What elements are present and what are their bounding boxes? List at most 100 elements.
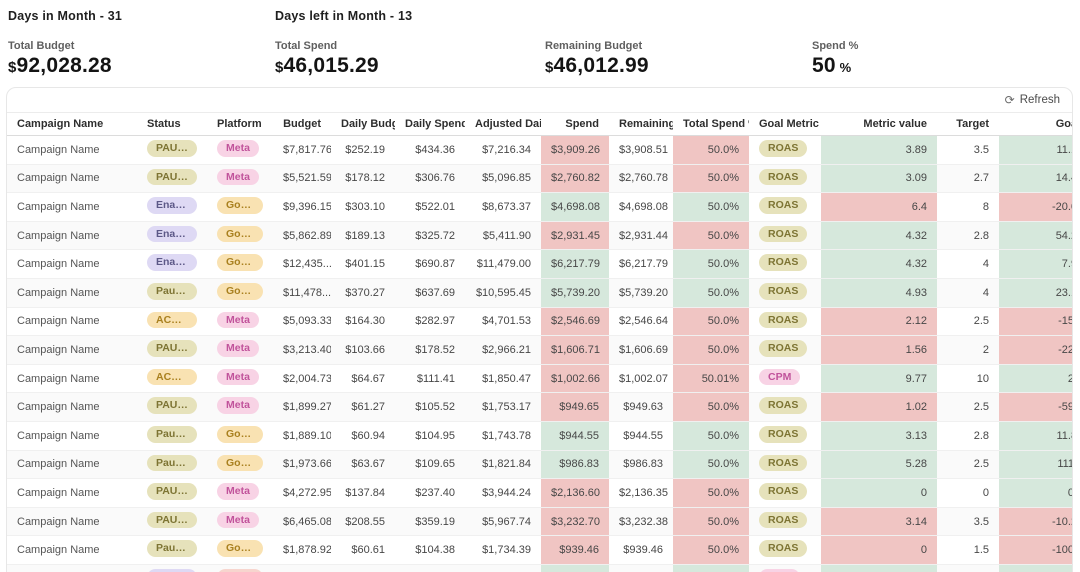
- cell-platform: Meta: [207, 507, 273, 537]
- refresh-button[interactable]: ⟳ Refresh: [1005, 94, 1060, 106]
- cell-daily-spend: $690.87: [395, 249, 465, 279]
- cell-platform: Google: [207, 535, 273, 565]
- cell-status: PAUSED: [137, 507, 207, 537]
- cell-goal-pct: 7.96%: [999, 249, 1072, 279]
- goal-metric-badge: ROAS: [759, 140, 808, 157]
- cell-adjusted-daily: $1,850.47: [465, 364, 541, 394]
- cell-metric-value: 0: [821, 535, 937, 565]
- table-row: Campaign Name Paused Google $11,478.... $370…: [7, 278, 1072, 308]
- cell-metric-value: 1.56: [821, 335, 937, 365]
- cell-remaining: $5,739.20: [609, 278, 673, 308]
- cell-spend: $3,232.70: [541, 507, 609, 537]
- cell-spend: $2,136.60: [541, 478, 609, 508]
- cell-goal-metric: ROAS: [749, 507, 821, 537]
- cell-goal-pct: 54.26%: [999, 221, 1072, 251]
- cell-goal-metric: ROAS: [749, 335, 821, 365]
- platform-badge: Meta: [217, 368, 259, 386]
- cell-daily-budget: $178.12: [331, 164, 395, 194]
- status-badge: Paused: [147, 282, 197, 300]
- cell-total-spend-pct: 50.0%: [673, 421, 749, 451]
- cell-budget: $1,973.66: [273, 450, 331, 480]
- platform-badge: Meta: [217, 483, 259, 500]
- cell-adjusted-daily: $1,743.78: [465, 421, 541, 451]
- table-row: Campaign Name PAUSED Meta $3,213.40 $103.66 $…: [7, 335, 1072, 365]
- cell-goal-pct: 111.3%: [999, 450, 1072, 480]
- cell-goal-pct: -100.0%: [999, 535, 1072, 565]
- cell-total-spend-pct: 50.0%: [673, 278, 749, 308]
- platform-badge: Meta: [217, 140, 259, 157]
- cell-daily-budget: $208.55: [331, 507, 395, 537]
- cell-daily-budget: $401.15: [331, 249, 395, 279]
- cell-campaign-name: Campaign Name: [7, 450, 137, 480]
- platform-badge: Meta: [217, 311, 259, 329]
- platform-badge: Google: [217, 197, 263, 214]
- cell-campaign-name: Campaign Name: [7, 135, 137, 165]
- cell-campaign-name: Campaign Name: [7, 364, 137, 394]
- cell-total-spend-pct: 50.0%: [673, 164, 749, 194]
- cell-total-spend-pct: 50.0%: [673, 507, 749, 537]
- currency-sign: $: [275, 59, 284, 76]
- column-header-goal-metric: Goal Metric: [749, 112, 821, 136]
- goal-metric-badge: ROAS: [759, 397, 808, 414]
- cell-platform: Meta: [207, 135, 273, 165]
- cell-goal-metric: ROAS: [749, 192, 821, 222]
- column-header-daily-budget: Daily Budget: [331, 112, 395, 136]
- cell-remaining: $939.46: [609, 535, 673, 565]
- cell-goal-metric: ROAS: [749, 221, 821, 251]
- cell-campaign-name: Campaign Name: [7, 421, 137, 451]
- cell-status: Paused: [137, 535, 207, 565]
- cell-goal-pct: -20.04%: [999, 192, 1072, 222]
- goal-metric-badge: CPM: [759, 368, 801, 386]
- cell-goal-pct: 0.0%: [999, 478, 1072, 508]
- cell-metric-value: 4.32: [821, 249, 937, 279]
- cell-budget: $5,093.33: [273, 307, 331, 337]
- cell-remaining: $1,606.69: [609, 335, 673, 365]
- cell-metric-value: 6.4: [821, 192, 937, 222]
- cell-campaign-name: Campaign Name: [7, 278, 137, 308]
- platform-badge: Google: [217, 225, 263, 243]
- cell-adjusted-daily: $1,821.84: [465, 450, 541, 480]
- cell-target: 8: [937, 192, 999, 222]
- cell-adjusted-daily: $2,966.21: [465, 335, 541, 365]
- budget-stats-row: Total Budget $92,028.28 Total Spend $46,…: [0, 40, 1080, 78]
- cell-remaining: $3,908.51: [609, 135, 673, 165]
- status-badge: PAUSED: [147, 140, 197, 157]
- goal-metric-badge: ROAS: [759, 511, 808, 529]
- cell-status: ENABLED: [137, 564, 207, 572]
- table-row: Campaign Name Enabled Google $5,862.89 $189.…: [7, 221, 1072, 251]
- cell-spend: $2,931.45: [541, 221, 609, 251]
- cell-daily-budget: $252.19: [331, 135, 395, 165]
- days-left-in-month: Days left in Month - 13: [275, 9, 413, 23]
- cell-metric-value: 3.89: [821, 135, 937, 165]
- cell-daily-budget: $137.84: [331, 478, 395, 508]
- cell-adjusted-daily: $1,753.17: [465, 392, 541, 422]
- cell-goal-pct: 2.3%: [999, 364, 1072, 394]
- cell-budget: $2,004.73: [273, 364, 331, 394]
- cell-daily-spend: $111.41: [395, 364, 465, 394]
- cell-target: 2: [937, 335, 999, 365]
- cell-daily-budget: $91.36: [331, 564, 395, 572]
- cell-metric-value: 4.32: [821, 221, 937, 251]
- cell-goal-metric: CPM: [749, 364, 821, 394]
- platform-badge: Meta: [217, 397, 259, 414]
- table-toolbar: ⟳ Refresh: [7, 88, 1072, 112]
- cell-total-spend-pct: 50.0%: [673, 535, 749, 565]
- cell-platform: Meta: [207, 164, 273, 194]
- cell-goal-pct: -10.29%: [999, 507, 1072, 537]
- stat-label: Total Budget: [8, 40, 75, 52]
- cell-adjusted-daily: $2,614.21: [465, 564, 541, 572]
- column-header-adjusted-daily: Adjusted Daily: [465, 112, 541, 136]
- status-badge: PAUSED: [147, 397, 197, 414]
- cell-daily-spend: $157.34: [395, 564, 465, 572]
- percent-sign: %: [835, 60, 852, 75]
- cell-daily-budget: $60.61: [331, 535, 395, 565]
- cell-spend: $5,739.20: [541, 278, 609, 308]
- stat-total-budget: Total Budget $92,028.28: [8, 40, 275, 78]
- table-header: Campaign Name Status Platform Budget Daily B…: [7, 112, 1072, 136]
- cell-metric-value: 1.58: [821, 564, 937, 572]
- cell-metric-value: 3.09: [821, 164, 937, 194]
- cell-total-spend-pct: 50.0%: [673, 478, 749, 508]
- cell-metric-value: 1.02: [821, 392, 937, 422]
- table-row: Campaign Name Enabled Google $9,396.15 $303.…: [7, 192, 1072, 222]
- cell-spend: $1,002.66: [541, 364, 609, 394]
